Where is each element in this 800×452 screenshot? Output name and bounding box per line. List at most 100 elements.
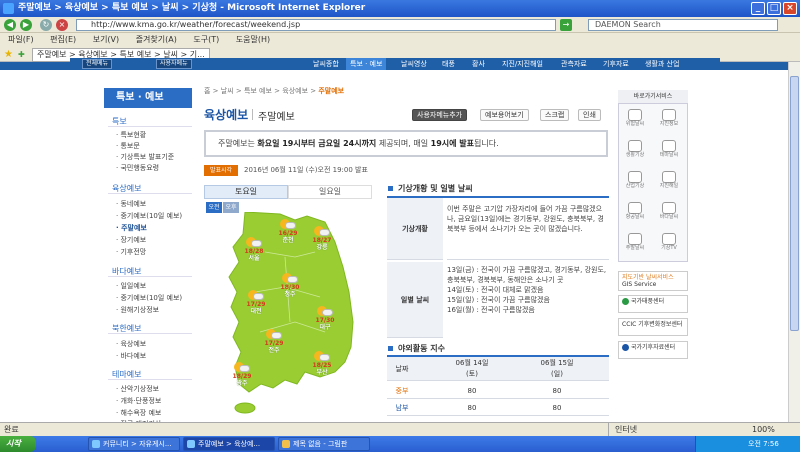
lnb-item-town[interactable]: 동네예보 — [116, 199, 146, 209]
maximize-button[interactable]: □ — [767, 2, 781, 15]
banner-subtext: GIS Service — [622, 281, 657, 288]
lnb-item-north-sea[interactable]: 바다예보 — [116, 351, 146, 361]
shortcut-tsunami[interactable]: 지진해일 — [655, 170, 683, 198]
add-favorite-icon[interactable]: ✚ — [18, 47, 25, 62]
glossary-button[interactable]: 예보용어보기 — [480, 109, 529, 121]
shortcut-label: 지진해일 — [659, 183, 679, 189]
tab-am[interactable]: 오전 — [206, 202, 222, 213]
user-menu-select[interactable]: 사용자메뉴 — [156, 59, 192, 69]
shortcut-aviation[interactable]: 항공날씨 — [621, 201, 649, 229]
shortcut-quake[interactable]: 지진정보 — [655, 108, 683, 136]
notice-text: 주말예보는 — [218, 139, 258, 148]
gnb-item-weather[interactable]: 날씨종합 — [313, 58, 339, 70]
lnb-item-beach[interactable]: 해수욕장 예보 — [116, 408, 161, 418]
banner-climate-data[interactable]: 국가기후자료센터 — [618, 341, 688, 359]
tab-saturday[interactable]: 토요일 — [204, 185, 288, 199]
paint-icon — [282, 440, 290, 448]
lnb-item-outlook[interactable]: 기후전망 — [116, 247, 146, 257]
lnb-item-mountain[interactable]: 산악기상정보 — [116, 384, 159, 394]
partly-cloudy-icon — [266, 328, 282, 340]
shortcut-theme[interactable]: 테마날씨 — [655, 139, 683, 167]
banner-typhoon[interactable]: 국가태풍센터 — [618, 295, 688, 313]
menu-favorites[interactable]: 즐겨찾기(A) — [136, 33, 177, 47]
stop-icon[interactable]: × — [56, 19, 68, 31]
menu-tools[interactable]: 도구(T) — [193, 33, 219, 47]
lnb-item-bloom[interactable]: 개화·단풍정보 — [116, 396, 161, 406]
shortcut-sea[interactable]: 바다날씨 — [655, 201, 683, 229]
city-name: 춘천 — [282, 237, 294, 244]
tab-sunday[interactable]: 일요일 — [288, 185, 372, 199]
city-cheongju[interactable]: 18/30 청주 — [277, 272, 303, 298]
lnb-item-north-land[interactable]: 육상예보 — [116, 339, 146, 349]
zoom-level[interactable]: 100% — [752, 423, 775, 436]
minimize-button[interactable]: _ — [751, 2, 765, 15]
gnb-item-quake[interactable]: 지진/지진해일 — [502, 58, 543, 70]
city-seoul[interactable]: 18/28 서울 — [241, 236, 267, 262]
lnb-item-warning-status[interactable]: 특보현황 — [116, 130, 146, 140]
city-daegu[interactable]: 17/30 대구 — [312, 305, 338, 331]
close-button[interactable]: × — [783, 2, 797, 15]
menu-edit[interactable]: 편집(E) — [50, 33, 76, 47]
gnb-item-typhoon[interactable]: 태풍 — [442, 58, 455, 70]
lnb-item-longterm[interactable]: 장기예보 — [116, 235, 146, 245]
gnb-item-imagery[interactable]: 날씨영상 — [401, 58, 427, 70]
banner-ccic[interactable]: CCIC 기후변화정보센터 — [618, 318, 688, 336]
search-input[interactable]: DAEMON Search — [588, 19, 778, 31]
task-paint[interactable]: 제목 없음 - 그림판 — [278, 437, 370, 451]
task-community[interactable]: 커뮤니티 > 자유게시... — [88, 437, 180, 451]
address-toolbar: ◀ ▶ ↻ × http://www.kma.go.kr/weather/for… — [0, 17, 800, 33]
star-icon[interactable]: ★ — [4, 47, 13, 62]
back-icon[interactable]: ◀ — [4, 19, 16, 31]
start-button[interactable]: 시작 — [0, 436, 36, 452]
gnb-item-dust[interactable]: 황사 — [472, 58, 485, 70]
vertical-scrollbar[interactable] — [788, 62, 800, 422]
daily-line: 15일(일) : 전국이 가끔 구름많겠음 — [447, 296, 550, 304]
lnb-item-bulletin[interactable]: 통보문 — [116, 141, 139, 151]
menu-view[interactable]: 보기(V) — [93, 33, 119, 47]
lnb-item-offshore[interactable]: 원해기상정보 — [116, 305, 159, 315]
banner-gis[interactable]: 지도기반 날씨서비스 GIS Service — [618, 271, 688, 291]
global-nav: 전체메뉴 사용자메뉴 날씨종합 특보 · 예보 날씨영상 태풍 황사 지진/지진… — [70, 58, 720, 70]
scrollbar-thumb[interactable] — [790, 76, 799, 331]
lnb-item-guide[interactable]: 국민행동요령 — [116, 163, 159, 173]
all-menu-select[interactable]: 전체메뉴 — [82, 59, 113, 69]
gnb-item-forecast[interactable]: 특보 · 예보 — [346, 58, 387, 70]
notice-bold: 화요일 19시부터 금요일 24시까지 — [257, 139, 377, 148]
forward-icon[interactable]: ▶ — [20, 19, 32, 31]
lnb-item-marine-midterm[interactable]: 중기예보(10일 예보) — [116, 293, 182, 303]
city-chuncheon[interactable]: 16/29 춘천 — [275, 218, 301, 244]
city-gangneung[interactable]: 18/27 강릉 — [309, 225, 335, 251]
table-row: 남부 80 80 — [387, 400, 609, 416]
refresh-icon[interactable]: ↻ — [40, 19, 52, 31]
lnb-item-weekend[interactable]: 주말예보 — [116, 223, 147, 233]
shortcut-weekend[interactable]: 주말날씨 — [621, 232, 649, 260]
shortcut-danger[interactable]: 위험날씨 — [621, 108, 649, 136]
gnb-item-life[interactable]: 생활과 산업 — [645, 58, 679, 70]
shortcut-life[interactable]: 생활기상 — [621, 139, 649, 167]
city-daejeon[interactable]: 17/29 대전 — [243, 289, 269, 315]
lnb-item-midterm[interactable]: 중기예보(10일 예보) — [116, 211, 182, 221]
city-jeonju[interactable]: 17/29 전주 — [261, 328, 287, 354]
add-user-menu-button[interactable]: 사용자메뉴추가 — [412, 109, 468, 121]
clock[interactable]: 오전 7:56 — [748, 440, 779, 448]
task-kma[interactable]: 주말예보 > 육상예... — [183, 437, 275, 451]
gnb-item-climate[interactable]: 기후자료 — [603, 58, 629, 70]
city-busan[interactable]: 18/25 부산 — [309, 350, 335, 376]
scrap-button[interactable]: 스크랩 — [540, 109, 570, 121]
lnb-item-criteria[interactable]: 기상특보 발표기준 — [116, 152, 174, 162]
url-input[interactable]: http://www.kma.go.kr/weather/forecast/we… — [76, 19, 556, 31]
city-temp: 17/29 — [264, 340, 284, 347]
breadcrumb-path[interactable]: 홈 > 날씨 > 특보 예보 > 육상예보 > — [204, 87, 318, 95]
menu-help[interactable]: 도움말(H) — [236, 33, 270, 47]
lnb-item-daily[interactable]: 일일예보 — [116, 281, 146, 291]
shortcut-tv[interactable]: 기상TV — [655, 232, 683, 260]
city-gwangju[interactable]: 18/29 광주 — [229, 361, 255, 387]
daily-line: 13일(금) : 전국이 가끔 구름많겠고, 경기동부, 강원도, 충북북부, … — [447, 266, 607, 284]
print-button[interactable]: 인쇄 — [578, 109, 601, 121]
go-icon[interactable]: → — [560, 19, 572, 31]
gnb-item-observation[interactable]: 관측자료 — [561, 58, 587, 70]
shortcut-industry[interactable]: 산업기상 — [621, 170, 649, 198]
menu-file[interactable]: 파일(F) — [8, 33, 34, 47]
daily-line: 16일(월) : 전국이 구름많겠음 — [447, 306, 535, 314]
breadcrumb: 홈 > 날씨 > 특보 예보 > 육상예보 > 주말예보 — [204, 86, 344, 96]
